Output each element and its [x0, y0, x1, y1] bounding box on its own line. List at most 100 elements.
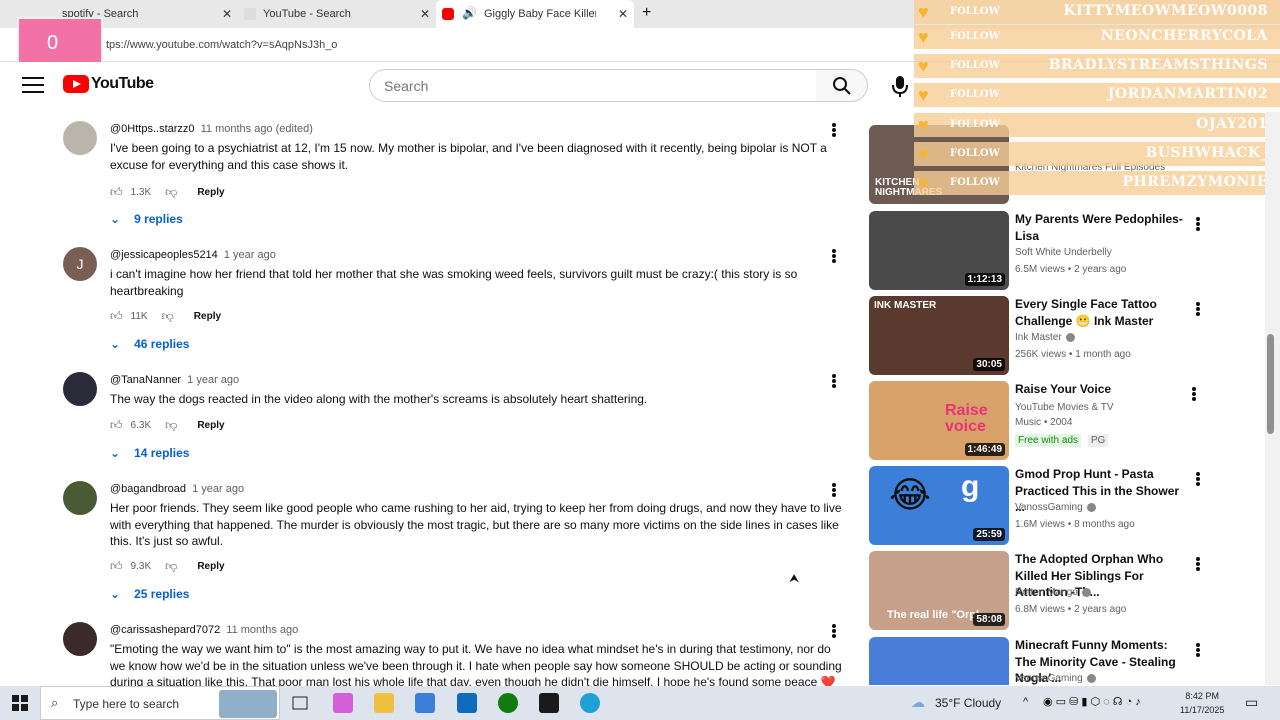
video-title[interactable]: Every Single Face Tattoo Challenge 😬 Ink… — [1015, 296, 1190, 329]
comment-time[interactable]: 1 year ago — [192, 483, 244, 495]
video-title[interactable]: My Parents Were Pedophiles- Lisa — [1015, 211, 1190, 244]
search-input[interactable] — [384, 78, 784, 94]
file-explorer-icon[interactable] — [374, 693, 394, 713]
video-suggestion[interactable]: INK MASTER 30:05 Every Single Face Tatto… — [869, 296, 1209, 376]
comment-author[interactable]: @bagandbroad — [110, 483, 186, 495]
like-icon[interactable]: 👍︎ — [110, 418, 123, 433]
more-options-icon[interactable] — [1195, 215, 1201, 231]
microphone-icon[interactable] — [883, 68, 917, 102]
like-icon[interactable]: 👍︎ — [110, 185, 123, 200]
video-channel[interactable]: Soft White Underbelly — [1015, 247, 1112, 258]
comment-time[interactable]: 1 year ago — [187, 374, 239, 386]
comment-text: The way the dogs reacted in the video al… — [110, 392, 648, 406]
cloud-icon: ☁ — [911, 694, 925, 710]
avatar[interactable] — [63, 372, 97, 406]
taskbar-search[interactable]: ⌕ Type here to search — [40, 686, 280, 720]
avatar[interactable]: J — [63, 247, 97, 281]
more-options-icon[interactable] — [1191, 385, 1197, 401]
follower-name: OJAY201 — [1196, 116, 1268, 132]
video-thumbnail[interactable]: Raise voice 1:46:49 — [869, 381, 1009, 460]
comment-time[interactable]: 11 months ago (edited) — [201, 123, 313, 135]
close-icon[interactable]: ✕ — [420, 7, 430, 21]
like-icon[interactable]: 👍︎ — [110, 559, 123, 574]
view-replies-button[interactable]: ⌄ 46 replies — [110, 337, 189, 351]
comment-time[interactable]: 11 months ago — [226, 624, 298, 636]
video-suggestion[interactable]: The real life "Orpl 58:08 The Adopted Or… — [869, 551, 1209, 631]
app-icon[interactable] — [457, 693, 477, 713]
weather-status[interactable]: 35°F Cloudy — [935, 696, 1001, 710]
comment-author[interactable]: @jessicapeoples5214 — [110, 249, 218, 261]
reply-button[interactable]: Reply — [197, 561, 224, 572]
video-suggestion[interactable]: 😂 g 25:59 Gmod Prop Hunt - Pasta Practic… — [869, 466, 1209, 546]
more-options-icon[interactable] — [1195, 641, 1201, 657]
taskbar-clock[interactable]: 8:42 PM 11/17/2025 — [1180, 689, 1224, 717]
dislike-icon[interactable]: 👎︎ — [165, 559, 177, 574]
dislike-icon[interactable]: 👎︎ — [162, 309, 174, 324]
xbox-icon[interactable] — [498, 693, 518, 713]
video-channel[interactable]: VanossGaming — [1015, 502, 1083, 513]
app-icon[interactable] — [415, 693, 435, 713]
dislike-icon[interactable]: 👎︎ — [165, 418, 177, 433]
avatar[interactable] — [63, 622, 97, 656]
comment-author[interactable]: @carissashepard7072 — [110, 624, 220, 636]
dislike-icon[interactable]: 👎︎ — [165, 185, 177, 200]
video-thumbnail[interactable]: INK MASTER 30:05 — [869, 296, 1009, 375]
video-channel[interactable]: Ink Master — [1015, 332, 1062, 343]
avatar[interactable] — [63, 121, 97, 155]
like-icon[interactable]: 👍︎ — [110, 309, 123, 324]
comment-author[interactable]: @TanaNanner — [110, 374, 181, 386]
video-suggestion[interactable]: 1:12:13 My Parents Were Pedophiles- Lisa… — [869, 211, 1209, 291]
video-channel[interactable]: YouTube Movies & TV — [1015, 402, 1114, 413]
page-scrollbar-thumb[interactable] — [1267, 334, 1274, 434]
video-meta: 1.6M views • 8 months ago — [1015, 519, 1135, 530]
video-thumbnail[interactable]: The real life "Orpl 58:08 — [869, 551, 1009, 630]
video-suggestion[interactable]: Raise voice 1:46:49 Raise Your Voice YouT… — [869, 381, 1209, 461]
more-options-icon[interactable] — [1195, 300, 1201, 316]
youtube-play-icon — [63, 75, 89, 93]
more-options-icon[interactable] — [830, 481, 838, 497]
avatar[interactable] — [63, 481, 97, 515]
close-icon[interactable]: ✕ — [618, 7, 628, 21]
more-options-icon[interactable] — [830, 121, 838, 137]
comment-author[interactable]: @0Https..starzz0 — [110, 123, 195, 135]
movie-title-art: Raise voice — [945, 402, 988, 435]
video-channel[interactable]: Rotten Mango — [1015, 587, 1078, 598]
menu-icon[interactable] — [22, 77, 44, 95]
view-replies-button[interactable]: ⌄ 25 replies — [110, 587, 189, 601]
more-options-icon[interactable] — [830, 247, 838, 263]
close-icon[interactable]: ✕ — [222, 7, 232, 21]
more-options-icon[interactable] — [830, 622, 838, 638]
tray-icons[interactable]: ◉ ▭ ⛁ ▮ ⬡ ◌ ☊ ◔ ♪ — [1043, 695, 1141, 708]
speaker-icon[interactable]: 🔊 — [462, 6, 477, 20]
video-suggestion[interactable]: Minecraft Funny Moments: The Minority Ca… — [869, 637, 1209, 685]
app-icon[interactable] — [539, 693, 559, 713]
more-options-icon[interactable] — [1195, 555, 1201, 571]
task-view-icon[interactable] — [290, 693, 310, 713]
tab-active-video[interactable]: 🔊 Giggly Baby Face Killer Show ✕ — [436, 0, 634, 28]
edge-browser-icon[interactable] — [580, 693, 600, 713]
video-thumbnail[interactable]: 1:12:13 — [869, 211, 1009, 290]
video-channel[interactable]: VanossGaming — [1015, 673, 1083, 684]
view-replies-button[interactable]: ⌄ 14 replies — [110, 446, 189, 460]
url-field[interactable]: tps://www.youtube.com/watch?v=sAqpNsJ3h_… — [106, 39, 337, 51]
video-title[interactable]: Raise Your Voice — [1015, 381, 1190, 398]
copilot-icon[interactable] — [333, 693, 353, 713]
reply-button[interactable]: Reply — [197, 420, 224, 431]
search-button[interactable] — [816, 69, 868, 102]
reply-button[interactable]: Reply — [197, 187, 224, 198]
more-options-icon[interactable] — [830, 372, 838, 388]
follower-name: KITTYMEOWMEOW0008 — [1063, 3, 1268, 19]
comment-time[interactable]: 1 year ago — [224, 249, 276, 261]
tab-youtube-search[interactable]: YouTube - Search ✕ — [240, 0, 436, 28]
youtube-logo[interactable]: YouTube — [63, 75, 154, 93]
more-options-icon[interactable] — [1195, 470, 1201, 486]
tray-chevron-up-icon[interactable]: ^ — [1023, 696, 1028, 708]
windows-start-icon[interactable] — [12, 695, 28, 711]
video-thumbnail[interactable] — [869, 637, 1009, 685]
reply-button[interactable]: Reply — [194, 311, 221, 322]
view-replies-button[interactable]: ⌄ 9 replies — [110, 212, 183, 226]
follower-name: NEONCHERRYCOLA — [1100, 28, 1268, 44]
video-thumbnail[interactable]: 😂 g 25:59 — [869, 466, 1009, 545]
notifications-icon[interactable]: ▭ — [1245, 694, 1258, 711]
new-tab-icon[interactable]: + — [642, 4, 651, 22]
